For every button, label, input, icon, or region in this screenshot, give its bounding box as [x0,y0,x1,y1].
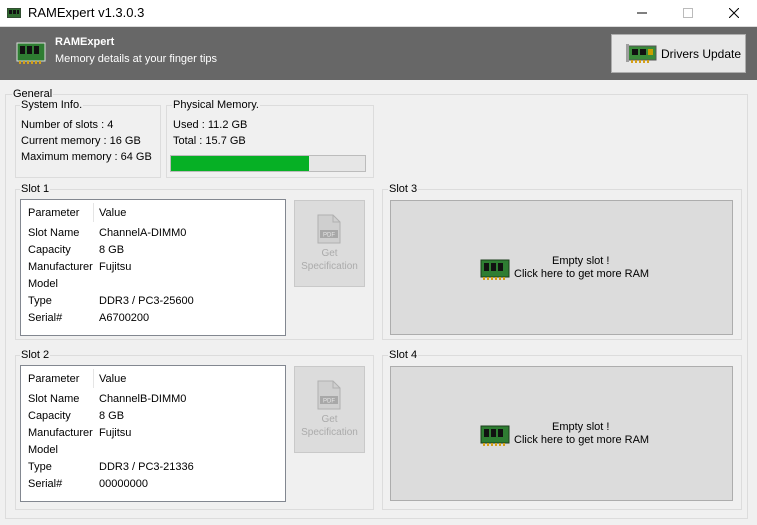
param-cell: Type [28,295,52,307]
value-cell: 00000000 [99,478,148,490]
value-cell: Fujitsu [99,427,132,439]
get-specification-button-slot-1[interactable]: PDF Get Specification [294,200,365,287]
param-cell: Capacity [28,244,71,256]
pdf-file-icon: PDF [317,214,341,244]
maximize-icon [683,8,693,18]
ram-module-icon [480,259,510,280]
param-cell: Serial# [28,312,63,324]
get-more-ram-text: Click here to get more RAM [514,268,650,280]
memory-usage-fill [171,156,309,171]
value-header: Value [99,373,127,385]
parameter-header: Parameter [28,207,80,219]
value-cell: 8 GB [99,410,125,422]
window-title: RAMExpert v1.3.0.3 [28,5,145,20]
drivers-update-label: Drivers Update [661,46,742,61]
value-cell: ChannelB-DIMM0 [99,393,187,405]
param-cell: Model [28,444,58,456]
svg-text:PDF: PDF [323,399,335,405]
param-cell: Model [28,278,58,290]
ram-module-icon [480,425,510,446]
slot-3-label: Slot 3 [388,183,419,195]
minimize-button[interactable] [619,0,665,26]
ram-app-icon [7,8,21,18]
get-more-ram-text: Click here to get more RAM [514,434,650,446]
spec-label: Get Specification [301,414,358,438]
table-row[interactable]: Slot Name ChannelA-DIMM0 [21,225,285,242]
used-memory: Used : 11.2 GB [173,119,248,131]
empty-slot-text: Empty slot ! [552,255,610,267]
slot-3-empty-button[interactable]: Empty slot ! Click here to get more RAM [390,200,733,335]
value-cell: ChannelA-DIMM0 [99,227,187,239]
table-row[interactable]: Serial# A6700200 [21,310,285,327]
table-row[interactable]: Capacity 8 GB [21,242,285,259]
slot-4-empty-button[interactable]: Empty slot ! Click here to get more RAM [390,366,733,501]
param-cell: Manufacturer [28,261,93,273]
param-cell: Slot Name [28,393,80,405]
param-cell: Slot Name [28,227,80,239]
table-row[interactable]: Capacity 8 GB [21,408,285,425]
slot-2-table: Parameter Value Slot Name ChannelB-DIMM0 … [20,365,286,502]
spec-label: Get Specification [301,248,358,272]
param-cell: Capacity [28,410,71,422]
slot-1-table: Parameter Value Slot Name ChannelA-DIMM0 … [20,199,286,336]
current-memory: Current memory : 16 GB [21,135,141,147]
table-row[interactable]: Manufacturer Fujitsu [21,259,285,276]
table-row[interactable]: Type DDR3 / PC3-21336 [21,459,285,476]
memory-usage-bar [170,155,366,172]
param-cell: Serial# [28,478,63,490]
number-of-slots: Number of slots : 4 [21,119,114,131]
close-icon [729,8,739,18]
slot-4-label: Slot 4 [388,349,419,361]
table-row[interactable]: Manufacturer Fujitsu [21,425,285,442]
get-specification-button-slot-2[interactable]: PDF Get Specification [294,366,365,453]
total-memory: Total : 15.7 GB [173,135,246,147]
table-row[interactable]: Serial# 00000000 [21,476,285,493]
table-header-row: Parameter Value [21,371,285,388]
pdf-file-icon: PDF [317,380,341,410]
empty-slot-text: Empty slot ! [552,421,610,433]
table-row[interactable]: Model [21,276,285,293]
brand-name: RAMExpert [55,36,115,48]
close-button[interactable] [711,0,757,26]
title-bar: RAMExpert v1.3.0.3 [0,0,757,27]
drivers-update-button[interactable]: Drivers Update [611,34,746,73]
param-cell: Manufacturer [28,427,93,439]
value-header: Value [99,207,127,219]
value-cell: DDR3 / PC3-25600 [99,295,194,307]
physical-memory-label: Physical Memory. [172,99,260,111]
value-cell: DDR3 / PC3-21336 [99,461,194,473]
value-cell: Fujitsu [99,261,132,273]
value-cell: 8 GB [99,244,125,256]
table-header-row: Parameter Value [21,205,285,222]
parameter-header: Parameter [28,373,80,385]
driver-card-icon [626,43,657,63]
table-row[interactable]: Slot Name ChannelB-DIMM0 [21,391,285,408]
table-row[interactable]: Type DDR3 / PC3-25600 [21,293,285,310]
tagline: Memory details at your finger tips [55,53,218,65]
param-cell: Type [28,461,52,473]
system-info-label: System Info. [20,99,84,111]
table-row[interactable]: Model [21,442,285,459]
maximum-memory: Maximum memory : 64 GB [21,151,152,163]
slot-1-label: Slot 1 [20,183,51,195]
maximize-button[interactable] [665,0,711,26]
minimize-icon [637,12,647,14]
value-cell: A6700200 [99,312,150,324]
ram-logo-icon [16,42,46,64]
svg-text:PDF: PDF [323,233,335,239]
slot-2-label: Slot 2 [20,349,51,361]
